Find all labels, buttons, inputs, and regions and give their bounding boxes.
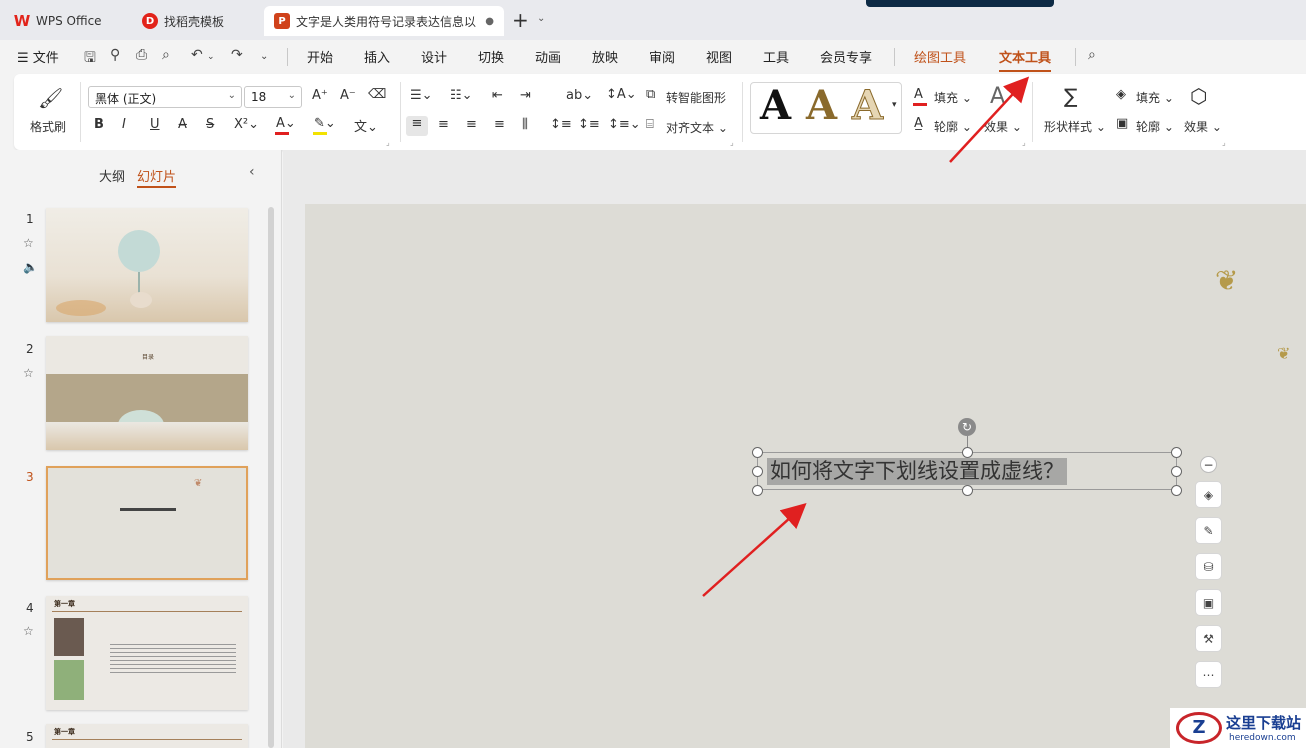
watermark-subtitle: heredown.com [1229, 733, 1296, 743]
watermark-title: 这里下载站 [1226, 714, 1302, 732]
arrow-to-text-box [702, 502, 807, 597]
watermark-logo-icon: Z [1176, 712, 1222, 744]
arrow-to-text-tools [949, 76, 1030, 163]
annotation-arrows [702, 76, 1030, 597]
